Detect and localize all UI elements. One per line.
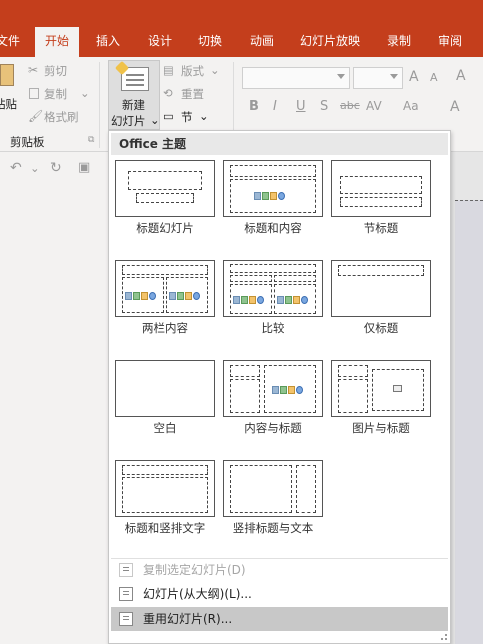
copy-label: 复制 — [44, 87, 67, 101]
layout-name: 内容与标题 — [244, 421, 302, 435]
layout-name: 两栏内容 — [142, 321, 188, 335]
duplicate-slides-item[interactable]: 复制选定幻灯片(D) — [111, 558, 448, 582]
underline-button[interactable]: U — [296, 99, 306, 114]
layout-name: 图片与标题 — [352, 421, 410, 435]
tab-insert[interactable]: 插入 — [96, 27, 120, 57]
section-label[interactable]: 节 — [181, 109, 193, 125]
bold-button[interactable]: B — [249, 99, 259, 114]
layout-dropdown-icon[interactable]: ⌄ — [210, 63, 220, 77]
content-placeholder-icons — [254, 189, 290, 201]
layout-name: 标题和竖排文字 — [124, 521, 206, 535]
font-name-combo[interactable] — [242, 67, 350, 89]
layout-thumbnail — [331, 260, 431, 317]
paste-label: 粘贴 — [0, 97, 17, 111]
slides-from-outline-icon — [119, 587, 133, 601]
resize-grip-icon[interactable] — [441, 634, 447, 640]
duplicate-slides-label: 复制选定幻灯片(D) — [143, 563, 246, 577]
copy-icon — [29, 88, 39, 99]
reuse-slides-icon — [119, 612, 133, 626]
layout-name: 空白 — [153, 421, 177, 435]
content-placeholder-icons — [125, 289, 161, 301]
duplicate-slides-icon — [119, 563, 133, 577]
section-icon: ▭ — [163, 109, 174, 123]
picture-placeholder-icon — [393, 385, 402, 392]
tab-file[interactable]: 文件 — [0, 27, 20, 57]
content-placeholder-icons — [233, 293, 269, 305]
undo-dropdown-icon[interactable]: ⌄ — [30, 161, 40, 175]
section-dropdown-icon[interactable]: ⌄ — [199, 109, 209, 123]
layout-thumbnail — [115, 160, 215, 217]
format-painter-label: 格式刷 — [44, 110, 79, 124]
font-color-button[interactable]: A — [450, 99, 460, 115]
content-placeholder-icons — [277, 293, 313, 305]
tab-transitions[interactable]: 切换 — [198, 27, 222, 57]
reset-icon: ⟲ — [163, 86, 173, 100]
grow-font-button[interactable]: A — [409, 69, 419, 85]
change-case-button[interactable]: Aa — [403, 99, 419, 113]
new-slide-label-line1: 新建 — [122, 98, 145, 112]
char-spacing-button[interactable]: AV — [366, 99, 382, 113]
font-size-dropdown-icon[interactable] — [390, 74, 398, 79]
clipboard-launcher-icon[interactable]: ⧉ — [88, 135, 94, 145]
cut-button[interactable]: ✂ 剪切 — [28, 63, 88, 79]
layout-thumbnail — [115, 360, 215, 417]
clipboard-icon — [0, 64, 14, 86]
new-slide-button[interactable]: 新建 幻灯片 ⌄ — [108, 60, 160, 130]
layout-thumbnail — [223, 160, 323, 217]
layout-thumbnail — [223, 460, 323, 517]
content-placeholder-icons — [272, 383, 308, 395]
ribbon-tab-bar: 文件 开始 插入 设计 切换 动画 幻灯片放映 录制 审阅 — [0, 0, 483, 57]
shadow-button[interactable]: S — [320, 99, 328, 114]
layout-name: 竖排标题与文本 — [232, 521, 314, 535]
layout-name: 节标题 — [363, 221, 399, 235]
clear-format-icon[interactable]: A — [456, 68, 466, 84]
reuse-slides-label: 重用幻灯片(R)... — [143, 612, 233, 626]
reuse-slides-item[interactable]: 重用幻灯片(R)... — [111, 607, 448, 631]
layout-label[interactable]: 版式 — [181, 63, 204, 79]
cut-label: 剪切 — [44, 64, 67, 78]
present-icon[interactable]: ▣ — [78, 160, 90, 175]
slides-from-outline-item[interactable]: 幻灯片(从大纲)(L)... — [111, 582, 448, 606]
layout-thumbnail — [115, 260, 215, 317]
layout-name: 标题和内容 — [244, 221, 302, 235]
clipboard-group-label: 剪贴板 — [10, 135, 45, 149]
format-painter-icon: 🖌 — [28, 109, 44, 123]
content-placeholder-icons — [169, 289, 205, 301]
format-painter-button[interactable]: 🖌 格式刷 — [28, 109, 88, 125]
slides-from-outline-label: 幻灯片(从大纲)(L)... — [143, 587, 252, 601]
new-slide-dropdown-icon[interactable]: ⌄ — [150, 113, 160, 127]
font-size-combo[interactable] — [353, 67, 403, 89]
tab-home[interactable]: 开始 — [35, 27, 80, 57]
layout-name: 标题幻灯片 — [136, 221, 194, 235]
layout-thumbnail — [223, 360, 323, 417]
tab-animations[interactable]: 动画 — [250, 27, 274, 57]
shrink-font-button[interactable]: A — [430, 71, 438, 84]
italic-button[interactable]: I — [273, 99, 277, 114]
tab-record[interactable]: 录制 — [387, 27, 411, 57]
new-slide-label-line2: 幻灯片 — [111, 114, 146, 128]
layout-name: 仅标题 — [363, 321, 399, 335]
font-name-dropdown-icon[interactable] — [337, 74, 345, 79]
layout-icon: ▤ — [163, 63, 174, 77]
layout-thumbnail — [331, 360, 431, 417]
tab-slideshow[interactable]: 幻灯片放映 — [300, 27, 360, 57]
copy-button[interactable]: 复制 ⌄ — [28, 86, 90, 102]
strikethrough-button[interactable]: abc — [340, 99, 360, 112]
slide-canvas[interactable] — [455, 200, 483, 644]
new-slide-dropdown: Office 主题 标题幻灯片 标题和内容 节标题 两栏内容 比较 仅标题 空白… — [108, 130, 451, 644]
undo-icon[interactable]: ↶ — [10, 160, 22, 176]
theme-header: Office 主题 — [111, 133, 448, 155]
redo-icon[interactable]: ↻ — [50, 160, 62, 176]
layout-name: 比较 — [261, 321, 285, 335]
layout-thumbnail — [115, 460, 215, 517]
layout-thumbnail — [331, 160, 431, 217]
quick-access-toolbar: ↶ ⌄ ↻ ▣ — [0, 152, 110, 186]
tab-design[interactable]: 设计 — [148, 27, 172, 57]
layout-thumbnail — [223, 260, 323, 317]
copy-dropdown-icon[interactable]: ⌄ — [80, 86, 90, 100]
paste-button[interactable]: 粘贴 — [0, 62, 20, 117]
reset-label[interactable]: 重置 — [181, 86, 204, 102]
tab-review[interactable]: 审阅 — [438, 27, 462, 57]
scissors-icon: ✂ — [28, 63, 39, 77]
